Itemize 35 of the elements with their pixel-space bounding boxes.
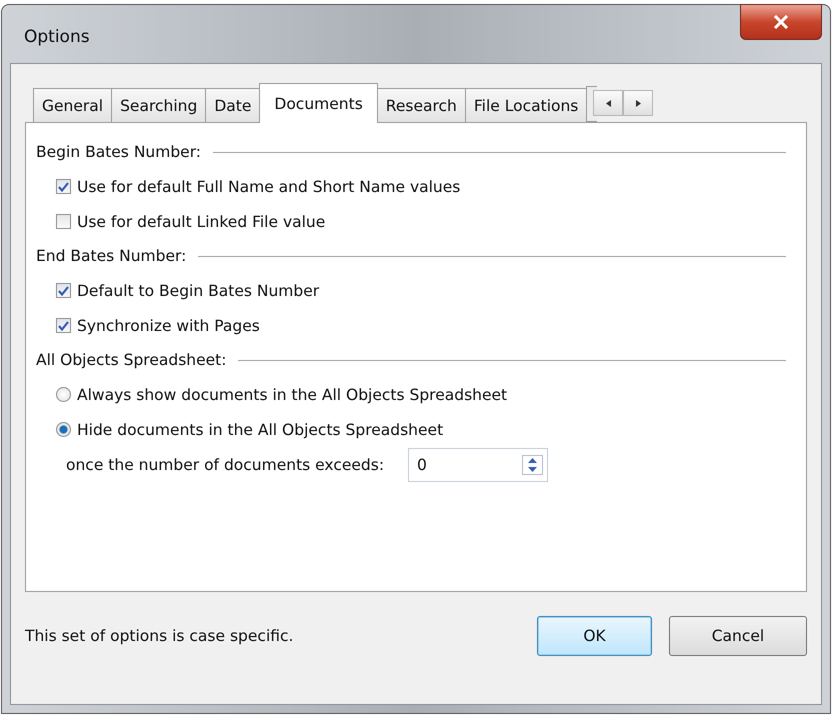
section-heading: End Bates Number: (36, 247, 186, 265)
checkbox-label: Default to Begin Bates Number (77, 282, 320, 300)
tab[interactable]: File Locations (464, 88, 588, 122)
checkbox[interactable] (56, 283, 71, 298)
checkbox[interactable] (56, 179, 71, 194)
checkbox[interactable] (56, 318, 71, 333)
tab[interactable]: Searching (111, 88, 206, 122)
radio-label: Always show documents in the All Objects Spreadsheet (77, 386, 508, 404)
cancel-button[interactable]: Cancel (669, 616, 807, 656)
section-heading: Begin Bates Number: (36, 143, 202, 161)
down-arrow-icon (528, 466, 538, 472)
checkbox-label: Use for default Linked File value (77, 212, 326, 230)
close-icon (773, 15, 789, 29)
tab[interactable]: Documents (259, 83, 378, 123)
tab[interactable]: Date (205, 88, 260, 122)
right-arrow-icon (636, 100, 641, 106)
radio-label: Hide documents in the All Objects Spreadsheet (77, 420, 444, 438)
scroll-left-button[interactable] (593, 90, 624, 116)
field-label: once the number of documents exceeds: (66, 456, 384, 474)
checkbox[interactable] (56, 214, 71, 229)
ok-button[interactable]: OK (537, 616, 652, 656)
checkbox-label: Use for default Full Name and Short Name values (77, 178, 460, 196)
radio-button[interactable] (56, 422, 71, 437)
up-arrow-icon (528, 458, 538, 462)
tab[interactable]: General (33, 88, 112, 122)
tab[interactable]: Research (376, 88, 466, 122)
footer-note: This set of options is case specific. (25, 627, 294, 645)
section-heading: All Objects Spreadsheet: (36, 351, 226, 369)
number-spinner[interactable]: 0 (408, 448, 548, 482)
scroll-right-button[interactable] (623, 90, 654, 116)
close-button[interactable] (740, 4, 822, 40)
radio-button[interactable] (56, 387, 71, 402)
checkbox-label: Synchronize with Pages (77, 316, 260, 334)
window-title: Options (24, 27, 90, 47)
left-arrow-icon (606, 100, 611, 106)
